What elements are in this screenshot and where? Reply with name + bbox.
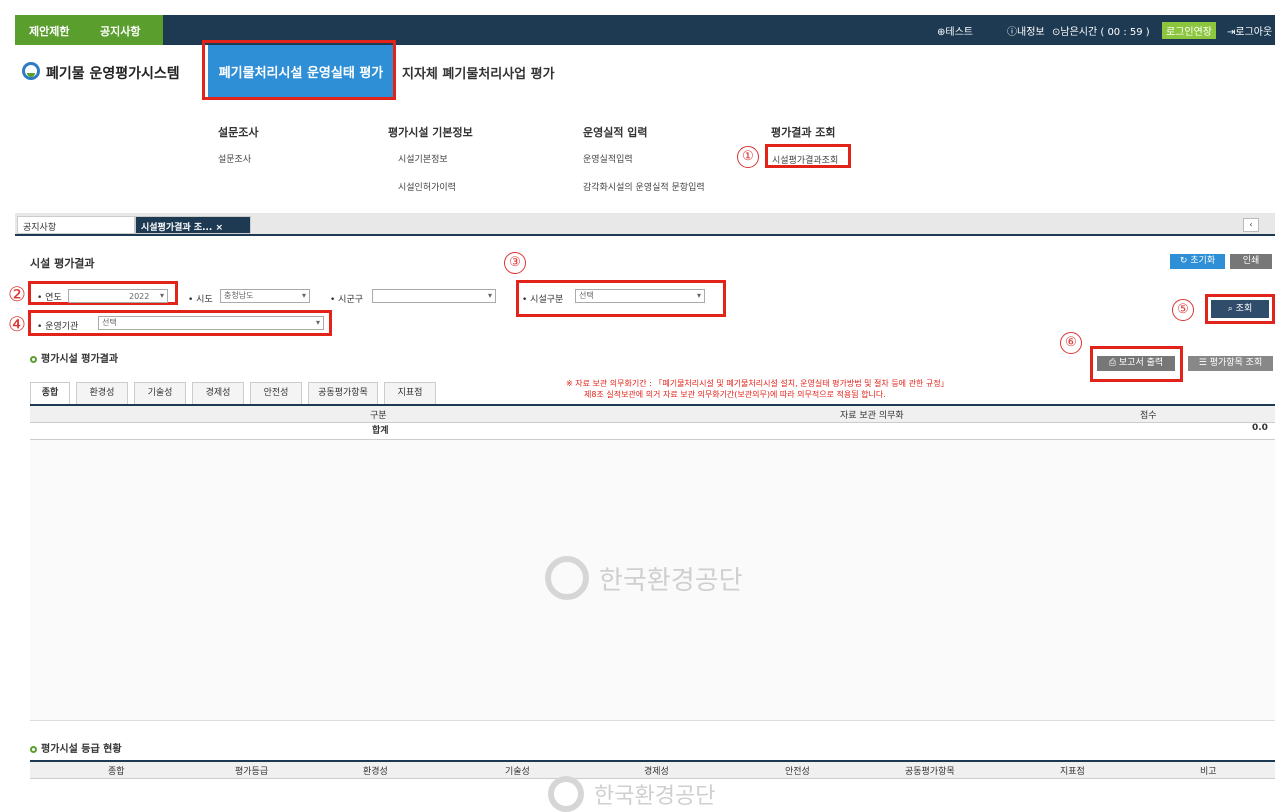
facility-type-label: • 시설구분 (522, 295, 564, 305)
total-row-label: 합계 (372, 426, 389, 436)
marker-6: ⑥ (1060, 332, 1082, 354)
highlight-box-nav (202, 40, 396, 100)
chevron-down-icon: ▾ (696, 291, 701, 300)
subtab-indicator[interactable]: 지표점 (384, 382, 436, 404)
total-row-score: 0.0 (1252, 423, 1268, 433)
logo-icon (22, 62, 40, 80)
year-label: • 연도 (37, 293, 62, 303)
sido-label: • 시도 (188, 295, 213, 305)
menu-item-operation-detail[interactable]: 감각화시설의 운영실적 문항입력 (583, 180, 705, 193)
logo-text: 폐기물 운영평가시스템 (46, 66, 180, 82)
column-header-retention: 자료 보관 의무화 (840, 411, 904, 421)
notice-line-2: 제8조 실적보관에 의거 자료 보관 의무화기간(보관의무)에 따라 의무적으로… (584, 390, 886, 399)
chevron-down-icon: ▾ (315, 318, 320, 327)
chevron-down-icon: ▾ (159, 291, 164, 300)
marker-4: ④ (8, 312, 26, 336)
marker-2: ② (8, 282, 26, 306)
menu-item-facility-info[interactable]: 시설기본정보 (398, 152, 448, 165)
column-header-score: 점수 (1140, 411, 1157, 421)
chevron-down-icon: ▾ (487, 291, 492, 300)
user-name: ⊕테스트 (937, 27, 973, 38)
subtab-safety[interactable]: 안전성 (250, 382, 302, 404)
watermark: 한국환경공단 (545, 556, 743, 600)
report-print-button[interactable]: ⎙ 보고서 출력 (1097, 356, 1175, 371)
tab-scroll-button[interactable]: ‹ (1243, 218, 1259, 232)
sido-select[interactable]: 충청남도 ▾ (220, 289, 310, 303)
grade-column-remark: 비고 (1200, 767, 1217, 777)
grade-column-grade: 평가등급 (235, 767, 269, 777)
org-label: • 운영기관 (37, 322, 79, 332)
result-section-title: 평가시설 평가결과 (30, 350, 118, 365)
grade-section-title: 평가시설 등급 현황 (30, 740, 122, 755)
subtab-environment[interactable]: 환경성 (76, 382, 128, 404)
grade-column-total: 종합 (108, 767, 125, 777)
facility-type-select[interactable]: 선택 ▾ (575, 289, 705, 303)
facility-list-button[interactable]: ☰ 평가항목 조회 (1188, 356, 1273, 371)
extend-login-button[interactable]: 로그인연장 (1162, 22, 1216, 39)
menu-header-evaluation-results[interactable]: 평가결과 조회 (771, 124, 836, 140)
marker-3: ③ (504, 252, 526, 274)
marker-1: ① (737, 146, 759, 168)
watermark-bottom: 한국환경공단 (548, 776, 715, 812)
org-select[interactable]: 선택 ▾ (98, 316, 324, 330)
grade-column-technology: 기술성 (505, 767, 530, 777)
print-button[interactable]: 인쇄 (1230, 254, 1272, 269)
watermark-text: 한국환경공단 (594, 784, 716, 809)
subtab-technology[interactable]: 기술성 (134, 382, 186, 404)
grade-column-indicator: 지표점 (1060, 767, 1085, 777)
subtab-common-items[interactable]: 공동평가항목 (308, 382, 378, 404)
remaining-time: ⊙남은시간 ( 00 : 59 ) (1052, 27, 1150, 38)
menu-item-survey[interactable]: 설문조사 (218, 152, 251, 165)
marker-5: ⑤ (1172, 299, 1194, 321)
notice-line-1: ※ 자료 보관 의무화기간 : 「폐기물처리시설 및 폐기물처리시설 설치, 운… (566, 379, 949, 388)
year-select[interactable]: 2022 ▾ (68, 289, 168, 303)
menu-header-survey[interactable]: 설문조사 (218, 124, 258, 140)
watermark-text: 한국환경공단 (599, 565, 743, 596)
window-tab-evaluation-result[interactable]: 시설평가결과 조... × (135, 216, 251, 234)
page-title: 시설 평가결과 (30, 257, 95, 270)
printer-icon: ⎙ (1108, 358, 1119, 368)
info-icon: ⓘ (1007, 27, 1017, 38)
sigungu-label: • 시군구 (330, 295, 364, 305)
logout-link[interactable]: ⇥로그아웃 (1227, 23, 1272, 38)
refresh-icon: ↻ (1179, 256, 1191, 266)
top-link-notice[interactable]: 공지사항 (100, 23, 140, 39)
grade-column-environment: 환경성 (363, 767, 388, 777)
search-icon: ⌕ (1227, 304, 1236, 314)
top-link-1[interactable]: 제안제한 (29, 23, 69, 39)
menu-header-operation-input[interactable]: 운영실적 입력 (583, 124, 648, 140)
bullet-icon (30, 745, 37, 753)
window-tab-notice[interactable]: 공지사항 (17, 216, 135, 234)
menu-header-facility-info[interactable]: 평가시설 기본정보 (388, 124, 473, 140)
retention-notice: ※ 자료 보관 의무화기간 : 「폐기물처리시설 및 폐기물처리시설 설치, 운… (566, 378, 1066, 400)
highlight-box-menu-item (765, 144, 851, 168)
subtab-total[interactable]: 종합 (30, 382, 70, 404)
chevron-left-icon: ‹ (1249, 220, 1253, 229)
menu-item-permit-history[interactable]: 시설인허가이력 (398, 180, 456, 193)
bullet-icon (30, 355, 37, 363)
grade-column-safety: 안전성 (785, 767, 810, 777)
subtab-economy[interactable]: 경제성 (192, 382, 244, 404)
window-tabs-bar: 공지사항 시설평가결과 조... × ‹ (15, 213, 1275, 236)
nav-tab-local-gov-evaluation[interactable]: 지자체 폐기물처리사업 평가 (402, 63, 555, 82)
kecoa-logo-icon (548, 776, 584, 812)
sigungu-select[interactable]: ▾ (372, 289, 496, 303)
search-button[interactable]: ⌕ 조회 (1211, 300, 1269, 318)
chevron-down-icon: ▾ (301, 291, 306, 300)
grade-column-common: 공동평가항목 (905, 767, 955, 777)
site-logo[interactable]: 폐기물 운영평가시스템 (22, 60, 222, 88)
column-header-category: 구분 (370, 411, 387, 421)
kecoa-logo-icon (545, 556, 589, 600)
list-icon: ☰ (1198, 358, 1210, 368)
my-info-link[interactable]: ⓘ내정보 (1007, 23, 1045, 38)
init-button[interactable]: ↻ 초기화 (1170, 254, 1225, 269)
menu-item-operation-input[interactable]: 운영실적입력 (583, 152, 633, 165)
table-row: 합계 0.0 (30, 421, 1275, 440)
